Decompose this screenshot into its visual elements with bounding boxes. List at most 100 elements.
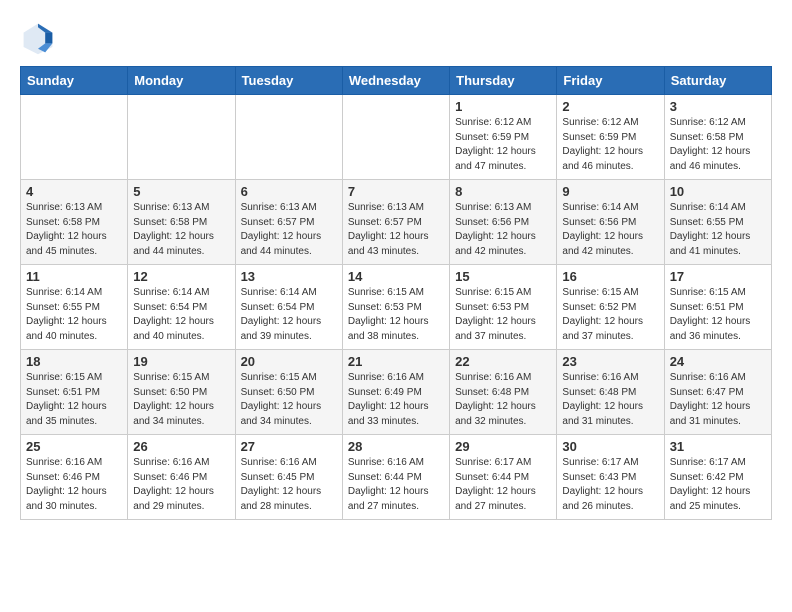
col-header-thursday: Thursday (450, 67, 557, 95)
header-row: SundayMondayTuesdayWednesdayThursdayFrid… (21, 67, 772, 95)
calendar-cell: 19 Sunrise: 6:15 AM Sunset: 6:50 PM Dayli… (128, 350, 235, 435)
cell-info: Sunrise: 6:15 AM Sunset: 6:53 PM Dayligh… (348, 286, 444, 344)
cell-info: Sunrise: 6:17 AM Sunset: 6:42 PM Dayligh… (670, 456, 766, 514)
calendar-cell: 31 Sunrise: 6:17 AM Sunset: 6:42 PM Dayli… (664, 435, 771, 520)
col-header-saturday: Saturday (664, 67, 771, 95)
calendar-cell: 23 Sunrise: 6:16 AM Sunset: 6:48 PM Dayli… (557, 350, 664, 435)
calendar-cell: 16Sunrise: 6:15 AM Sunset: 6:52 PM Dayli… (557, 265, 664, 350)
cell-info: Sunrise: 6:16 AM Sunset: 6:48 PM Dayligh… (562, 371, 658, 429)
cell-info: Sunrise: 6:13 AM Sunset: 6:57 PM Dayligh… (348, 201, 444, 259)
calendar-table: SundayMondayTuesdayWednesdayThursdayFrid… (20, 66, 772, 520)
week-row-1: 1 Sunrise: 6:12 AM Sunset: 6:59 PM Daylig… (21, 95, 772, 180)
col-header-sunday: Sunday (21, 67, 128, 95)
cell-info: Sunrise: 6:14 AM Sunset: 6:55 PM Dayligh… (670, 201, 766, 259)
calendar-cell: 1 Sunrise: 6:12 AM Sunset: 6:59 PM Daylig… (450, 95, 557, 180)
calendar-cell: 5Sunrise: 6:13 AM Sunset: 6:58 PM Daylig… (128, 180, 235, 265)
day-number: 18 (26, 354, 122, 369)
day-number: 5 (133, 184, 229, 199)
cell-info: Sunrise: 6:15 AM Sunset: 6:51 PM Dayligh… (26, 371, 122, 429)
calendar-body: 1 Sunrise: 6:12 AM Sunset: 6:59 PM Daylig… (21, 95, 772, 520)
day-number: 22 (455, 354, 551, 369)
day-number: 6 (241, 184, 337, 199)
cell-info: Sunrise: 6:16 AM Sunset: 6:46 PM Dayligh… (133, 456, 229, 514)
day-number: 2 (562, 99, 658, 114)
cell-info: Sunrise: 6:15 AM Sunset: 6:50 PM Dayligh… (133, 371, 229, 429)
cell-info: Sunrise: 6:12 AM Sunset: 6:59 PM Dayligh… (562, 116, 658, 174)
calendar-cell: 28 Sunrise: 6:16 AM Sunset: 6:44 PM Dayli… (342, 435, 449, 520)
calendar-cell: 8 Sunrise: 6:13 AM Sunset: 6:56 PM Daylig… (450, 180, 557, 265)
week-row-3: 11 Sunrise: 6:14 AM Sunset: 6:55 PM Dayli… (21, 265, 772, 350)
day-number: 20 (241, 354, 337, 369)
calendar-cell: 24 Sunrise: 6:16 AM Sunset: 6:47 PM Dayli… (664, 350, 771, 435)
day-number: 1 (455, 99, 551, 114)
logo (20, 20, 62, 56)
calendar-cell: 3Sunrise: 6:12 AM Sunset: 6:58 PM Daylig… (664, 95, 771, 180)
day-number: 19 (133, 354, 229, 369)
day-number: 24 (670, 354, 766, 369)
calendar-cell (342, 95, 449, 180)
day-number: 16 (562, 269, 658, 284)
calendar-cell: 2 Sunrise: 6:12 AM Sunset: 6:59 PM Daylig… (557, 95, 664, 180)
cell-info: Sunrise: 6:16 AM Sunset: 6:48 PM Dayligh… (455, 371, 551, 429)
calendar-header: SundayMondayTuesdayWednesdayThursdayFrid… (21, 67, 772, 95)
calendar-cell: 13 Sunrise: 6:14 AM Sunset: 6:54 PM Dayli… (235, 265, 342, 350)
calendar-cell: 9Sunrise: 6:14 AM Sunset: 6:56 PM Daylig… (557, 180, 664, 265)
day-number: 30 (562, 439, 658, 454)
calendar-cell: 29 Sunrise: 6:17 AM Sunset: 6:44 PM Dayli… (450, 435, 557, 520)
cell-info: Sunrise: 6:13 AM Sunset: 6:58 PM Dayligh… (26, 201, 122, 259)
cell-info: Sunrise: 6:13 AM Sunset: 6:57 PM Dayligh… (241, 201, 337, 259)
day-number: 4 (26, 184, 122, 199)
calendar-cell: 7 Sunrise: 6:13 AM Sunset: 6:57 PM Daylig… (342, 180, 449, 265)
calendar-cell: 21Sunrise: 6:16 AM Sunset: 6:49 PM Dayli… (342, 350, 449, 435)
day-number: 10 (670, 184, 766, 199)
cell-info: Sunrise: 6:15 AM Sunset: 6:53 PM Dayligh… (455, 286, 551, 344)
cell-info: Sunrise: 6:16 AM Sunset: 6:47 PM Dayligh… (670, 371, 766, 429)
day-number: 25 (26, 439, 122, 454)
calendar-cell: 4 Sunrise: 6:13 AM Sunset: 6:58 PM Daylig… (21, 180, 128, 265)
day-number: 31 (670, 439, 766, 454)
col-header-wednesday: Wednesday (342, 67, 449, 95)
col-header-tuesday: Tuesday (235, 67, 342, 95)
cell-info: Sunrise: 6:14 AM Sunset: 6:55 PM Dayligh… (26, 286, 122, 344)
day-number: 23 (562, 354, 658, 369)
col-header-monday: Monday (128, 67, 235, 95)
calendar-cell: 10 Sunrise: 6:14 AM Sunset: 6:55 PM Dayli… (664, 180, 771, 265)
day-number: 14 (348, 269, 444, 284)
day-number: 27 (241, 439, 337, 454)
calendar-cell: 17Sunrise: 6:15 AM Sunset: 6:51 PM Dayli… (664, 265, 771, 350)
day-number: 9 (562, 184, 658, 199)
cell-info: Sunrise: 6:17 AM Sunset: 6:44 PM Dayligh… (455, 456, 551, 514)
cell-info: Sunrise: 6:15 AM Sunset: 6:50 PM Dayligh… (241, 371, 337, 429)
cell-info: Sunrise: 6:14 AM Sunset: 6:54 PM Dayligh… (133, 286, 229, 344)
day-number: 15 (455, 269, 551, 284)
day-number: 13 (241, 269, 337, 284)
calendar-cell: 15 Sunrise: 6:15 AM Sunset: 6:53 PM Dayli… (450, 265, 557, 350)
day-number: 28 (348, 439, 444, 454)
calendar-cell (235, 95, 342, 180)
day-number: 7 (348, 184, 444, 199)
cell-info: Sunrise: 6:15 AM Sunset: 6:51 PM Dayligh… (670, 286, 766, 344)
page-header (20, 20, 772, 56)
cell-info: Sunrise: 6:16 AM Sunset: 6:44 PM Dayligh… (348, 456, 444, 514)
calendar-cell: 26 Sunrise: 6:16 AM Sunset: 6:46 PM Dayli… (128, 435, 235, 520)
day-number: 3 (670, 99, 766, 114)
calendar-cell: 22 Sunrise: 6:16 AM Sunset: 6:48 PM Dayli… (450, 350, 557, 435)
week-row-5: 25 Sunrise: 6:16 AM Sunset: 6:46 PM Dayli… (21, 435, 772, 520)
logo-icon (20, 20, 56, 56)
week-row-4: 18 Sunrise: 6:15 AM Sunset: 6:51 PM Dayli… (21, 350, 772, 435)
calendar-cell (21, 95, 128, 180)
day-number: 29 (455, 439, 551, 454)
day-number: 11 (26, 269, 122, 284)
calendar-cell: 20 Sunrise: 6:15 AM Sunset: 6:50 PM Dayli… (235, 350, 342, 435)
cell-info: Sunrise: 6:13 AM Sunset: 6:56 PM Dayligh… (455, 201, 551, 259)
calendar-cell: 14 Sunrise: 6:15 AM Sunset: 6:53 PM Dayli… (342, 265, 449, 350)
day-number: 21 (348, 354, 444, 369)
day-number: 8 (455, 184, 551, 199)
calendar-cell: 18 Sunrise: 6:15 AM Sunset: 6:51 PM Dayli… (21, 350, 128, 435)
day-number: 12 (133, 269, 229, 284)
cell-info: Sunrise: 6:16 AM Sunset: 6:45 PM Dayligh… (241, 456, 337, 514)
week-row-2: 4 Sunrise: 6:13 AM Sunset: 6:58 PM Daylig… (21, 180, 772, 265)
cell-info: Sunrise: 6:14 AM Sunset: 6:54 PM Dayligh… (241, 286, 337, 344)
day-number: 26 (133, 439, 229, 454)
cell-info: Sunrise: 6:12 AM Sunset: 6:59 PM Dayligh… (455, 116, 551, 174)
